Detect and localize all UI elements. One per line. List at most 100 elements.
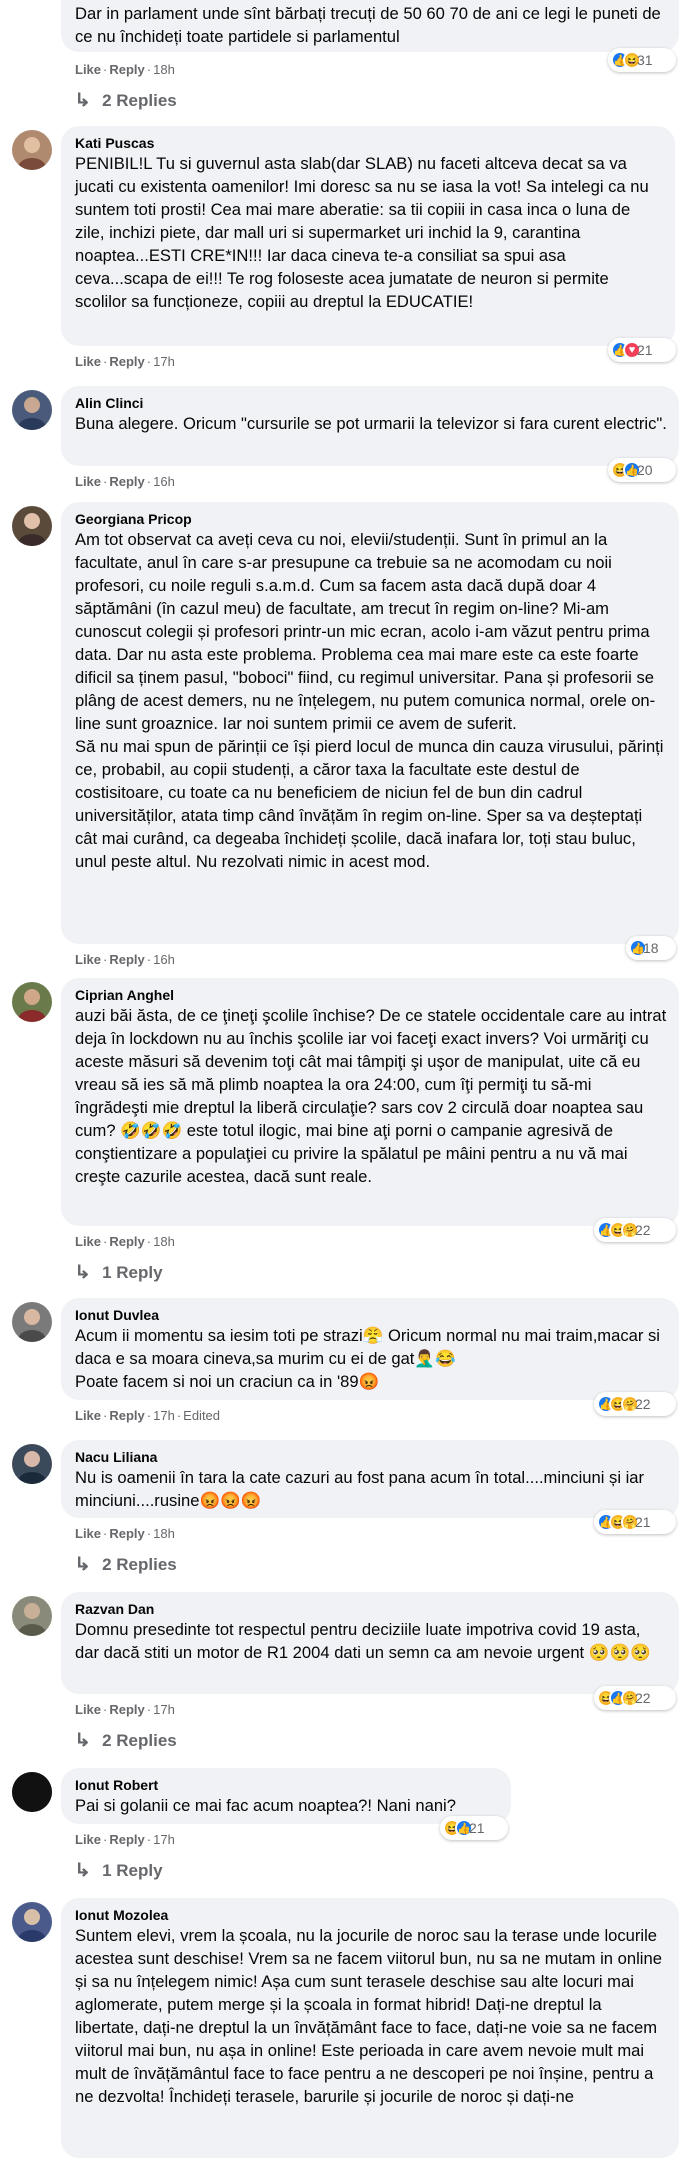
timestamp[interactable]: 16h <box>153 474 175 489</box>
reaction-summary[interactable]: 😆 👍 21 <box>440 1816 508 1840</box>
comment-text: Pai si golanii ce mai fac acum noaptea?!… <box>75 1796 456 1815</box>
avatar-image <box>18 397 46 430</box>
comment-text: Nu is oamenii în tara la cate cazuri au … <box>75 1468 645 1510</box>
comment-text: Domnu presedinte tot respectul pentru de… <box>75 1620 651 1662</box>
timestamp[interactable]: 18h <box>153 1526 175 1541</box>
timestamp[interactable]: 18h <box>153 1234 175 1249</box>
comment-author[interactable]: Ciprian Anghel <box>75 986 667 1004</box>
comment-author[interactable]: Ionut Duvlea <box>75 1306 667 1324</box>
reply-link[interactable]: Reply <box>109 1702 144 1717</box>
reply-link[interactable]: Reply <box>109 1234 144 1249</box>
avatar[interactable] <box>12 1902 52 1942</box>
reply-arrow-icon: ↳ <box>74 1860 91 1880</box>
replies-label: 2 Replies <box>102 1554 177 1574</box>
like-link[interactable]: Like <box>75 1234 101 1249</box>
reaction-count: 22 <box>635 1690 651 1706</box>
reply-arrow-icon: ↳ <box>74 1730 91 1750</box>
reaction-count: 21 <box>635 1514 651 1530</box>
comment-actions: Like · Reply · 18h <box>75 62 175 77</box>
timestamp[interactable]: 17h <box>153 1832 175 1847</box>
comment-author[interactable]: Nacu Liliana <box>75 1448 667 1466</box>
comment-actions: Like · Reply · 18h <box>75 1526 175 1541</box>
comment-author[interactable]: Ionut Mozolea <box>75 1906 667 1924</box>
avatar-image <box>18 989 46 1022</box>
like-link[interactable]: Like <box>75 354 101 369</box>
like-link[interactable]: Like <box>75 952 101 967</box>
reaction-summary[interactable]: 👍 ♥ 21 <box>608 338 676 362</box>
comment-author[interactable]: Kati Puscas <box>75 134 663 152</box>
reaction-summary[interactable]: 👍 😆 31 <box>608 48 676 72</box>
reaction-summary[interactable]: 👍 18 <box>626 936 676 960</box>
reply-link[interactable]: Reply <box>109 1832 144 1847</box>
comment-bubble: Alin Clinci Buna alegere. Oricum "cursur… <box>61 386 679 466</box>
reply-arrow-icon: ↳ <box>74 90 91 110</box>
reply-link[interactable]: Reply <box>109 354 144 369</box>
avatar-image <box>18 137 46 170</box>
comment-bubble: Ciprian Anghel auzi băi ăsta, de ce ţine… <box>61 978 679 1226</box>
avatar[interactable] <box>12 1302 52 1342</box>
comment-actions: Like · Reply · 17h · Edited <box>75 1408 221 1423</box>
timestamp[interactable]: 17h <box>153 354 175 369</box>
comment-author[interactable]: Alin Clinci <box>75 394 667 412</box>
avatar-image <box>18 1309 46 1342</box>
reaction-summary[interactable]: 👍 😆 🤗 22 <box>594 1392 676 1416</box>
replies-label: 2 Replies <box>102 90 177 110</box>
reply-link[interactable]: Reply <box>109 1526 144 1541</box>
replies-label: 2 Replies <box>102 1730 177 1750</box>
reply-arrow-icon: ↳ <box>74 1262 91 1282</box>
reaction-summary[interactable]: 👍 😆 🤗 22 <box>594 1218 676 1242</box>
reply-arrow-icon: ↳ <box>74 1554 91 1574</box>
replies-label: 1 Reply <box>102 1860 163 1880</box>
avatar-image <box>12 1772 52 1812</box>
edited-label[interactable]: Edited <box>183 1408 220 1423</box>
avatar-image <box>18 513 46 546</box>
reply-link[interactable]: Reply <box>109 62 144 77</box>
comment-text: Dar in parlament unde sînt bărbați trecu… <box>75 4 661 46</box>
avatar-image <box>18 1909 46 1942</box>
reaction-count: 21 <box>637 342 653 358</box>
reply-link[interactable]: Reply <box>109 474 144 489</box>
reaction-summary[interactable]: 😆 👍 20 <box>608 458 676 482</box>
comment-actions: Like · Reply · 17h <box>75 1702 175 1717</box>
like-link[interactable]: Like <box>75 1526 101 1541</box>
view-replies[interactable]: ↳ 1 Reply <box>74 1860 163 1881</box>
avatar[interactable] <box>12 506 52 546</box>
like-link[interactable]: Like <box>75 1832 101 1847</box>
avatar[interactable] <box>12 390 52 430</box>
avatar[interactable] <box>12 130 52 170</box>
comment-bubble: Dar in parlament unde sînt bărbați trecu… <box>61 0 679 52</box>
comment-author[interactable]: Georgiana Pricop <box>75 510 667 528</box>
comment-actions: Like · Reply · 18h <box>75 1234 175 1249</box>
view-replies[interactable]: ↳ 2 Replies <box>74 1730 177 1751</box>
avatar[interactable] <box>12 1444 52 1484</box>
view-replies[interactable]: ↳ 2 Replies <box>74 1554 177 1575</box>
reaction-count: 18 <box>643 940 659 956</box>
like-link[interactable]: Like <box>75 62 101 77</box>
like-link[interactable]: Like <box>75 474 101 489</box>
timestamp[interactable]: 17h <box>153 1702 175 1717</box>
comment-text: Am tot observat ca aveți ceva cu noi, el… <box>75 530 664 871</box>
replies-label: 1 Reply <box>102 1262 163 1282</box>
comment-bubble: Razvan Dan Domnu presedinte tot respectu… <box>61 1592 679 1694</box>
reaction-count: 20 <box>637 462 653 478</box>
avatar[interactable] <box>12 982 52 1022</box>
view-replies[interactable]: ↳ 1 Reply <box>74 1262 163 1283</box>
reaction-summary[interactable]: 😆 👍 🤗 22 <box>594 1686 676 1710</box>
comment-author[interactable]: Razvan Dan <box>75 1600 667 1618</box>
avatar[interactable] <box>12 1772 52 1812</box>
comment-author[interactable]: Ionut Robert <box>75 1776 499 1794</box>
reply-link[interactable]: Reply <box>109 1408 144 1423</box>
view-replies[interactable]: ↳ 2 Replies <box>74 90 177 111</box>
timestamp[interactable]: 17h <box>153 1408 175 1423</box>
like-link[interactable]: Like <box>75 1408 101 1423</box>
timestamp[interactable]: 16h <box>153 952 175 967</box>
like-link[interactable]: Like <box>75 1702 101 1717</box>
comment-text: PENIBIL!L Tu si guvernul asta slab(dar S… <box>75 154 649 311</box>
avatar[interactable] <box>12 1596 52 1636</box>
reply-link[interactable]: Reply <box>109 952 144 967</box>
reaction-summary[interactable]: 👍 😆 🤗 21 <box>594 1510 676 1534</box>
avatar-image <box>18 1451 46 1484</box>
comment-actions: Like · Reply · 16h <box>75 952 175 967</box>
comment-text: Buna alegere. Oricum "cursurile se pot u… <box>75 414 667 433</box>
timestamp[interactable]: 18h <box>153 62 175 77</box>
